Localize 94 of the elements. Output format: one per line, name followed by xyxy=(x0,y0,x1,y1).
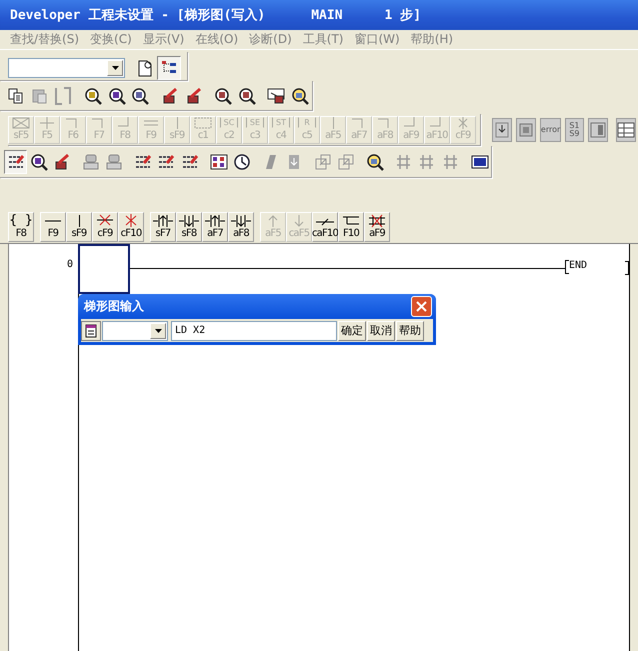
monitor-icon xyxy=(470,152,488,170)
error-button[interactable]: error xyxy=(540,118,562,142)
menu-item[interactable]: 显示(V) xyxy=(138,31,188,48)
stamp-icon xyxy=(82,152,100,170)
function-key-button[interactable]: F10 xyxy=(338,212,364,242)
dropdown-field[interactable] xyxy=(102,320,168,340)
step-count: 1 步] xyxy=(384,7,422,24)
program-name: MAIN xyxy=(311,8,343,22)
function-key-button[interactable]: caF10 xyxy=(312,212,338,242)
function-key-button[interactable]: cF10 xyxy=(118,212,144,242)
function-key-button[interactable]: aF7 xyxy=(202,212,228,242)
window-title: Developer 工程未设置 - [梯形图(写入) xyxy=(10,6,266,24)
instruction-tag: SE xyxy=(246,116,264,128)
vline-symbol-icon xyxy=(78,214,80,228)
panel-icon xyxy=(588,121,607,139)
hline-symbol-icon xyxy=(44,218,62,222)
grid-icon xyxy=(210,152,228,170)
close-button[interactable] xyxy=(411,296,432,317)
fall-symbol-icon xyxy=(178,214,200,228)
mag-icon xyxy=(238,86,256,104)
caret-icon xyxy=(112,66,118,70)
device-label: S1 xyxy=(569,122,580,130)
table-icon xyxy=(617,121,635,139)
instruction-input[interactable]: LD X2 xyxy=(171,320,337,340)
fall-symbol-icon xyxy=(230,214,252,228)
error-label: error xyxy=(540,126,560,134)
function-key-button[interactable]: F9 xyxy=(40,212,66,242)
rise-symbol-icon xyxy=(204,214,226,228)
menu-item[interactable]: 工具(T) xyxy=(298,31,348,48)
vline-symbol-icon xyxy=(176,116,178,130)
caret-icon xyxy=(154,328,162,332)
download-icon xyxy=(492,121,511,139)
close-icon xyxy=(416,301,427,312)
chip-icon xyxy=(516,121,535,139)
pen-icon xyxy=(184,86,202,104)
dropdown-button[interactable] xyxy=(150,322,166,338)
menu-item[interactable]: 在线(O) xyxy=(191,31,242,48)
device-button[interactable]: S1 S9 xyxy=(565,118,584,142)
function-key-button[interactable]: sF9 xyxy=(66,212,92,242)
notepad-icon xyxy=(83,322,99,338)
vline-symbol-icon xyxy=(332,116,334,130)
menu-item[interactable]: 帮助(H) xyxy=(406,31,458,48)
function-key-button[interactable]: aF8 xyxy=(228,212,254,242)
pen-icon xyxy=(160,86,179,104)
menu-item[interactable]: 诊断(D) xyxy=(245,31,296,48)
pen-icon xyxy=(53,152,71,170)
xh-symbol-icon xyxy=(94,214,116,228)
xbox-symbol-icon xyxy=(366,214,388,228)
toolbar-button[interactable] xyxy=(616,118,636,142)
function-key-button[interactable]: aF9 xyxy=(364,212,390,242)
device-label: S9 xyxy=(569,130,580,138)
toolbar-button[interactable] xyxy=(492,118,512,142)
function-key-button[interactable]: sF8 xyxy=(176,212,202,242)
win-icon xyxy=(267,86,286,104)
function-key-button[interactable]: sF7 xyxy=(150,212,176,242)
mag-icon xyxy=(30,152,48,170)
dropdown-field[interactable] xyxy=(8,58,125,78)
menu-item[interactable]: 变换(C) xyxy=(86,31,136,48)
menu-item[interactable]: 查找/替换(S) xyxy=(6,31,84,48)
instruction-tag: ST xyxy=(272,116,290,128)
menu-item[interactable]: 窗口(W) xyxy=(350,31,404,48)
clock-icon xyxy=(232,152,251,170)
braces-symbol: { } xyxy=(9,214,33,228)
dashbox-symbol-icon xyxy=(192,116,214,130)
instruction-tag: SC xyxy=(220,116,238,128)
ladder-icon xyxy=(157,152,176,170)
rise-symbol-icon xyxy=(152,214,174,228)
mag-icon xyxy=(84,86,102,104)
ladder-icon xyxy=(6,152,25,170)
paste-icon xyxy=(30,86,49,104)
function-key-button[interactable]: { } F8 xyxy=(8,212,34,242)
dropdown-button[interactable] xyxy=(107,60,123,76)
mag-icon xyxy=(108,86,126,104)
boxx-symbol-icon xyxy=(10,116,32,130)
end-instruction: END xyxy=(565,260,588,274)
dialog-button[interactable]: 确定 xyxy=(338,320,366,340)
tee-symbol-icon xyxy=(340,214,362,228)
instruction-tag: R xyxy=(298,116,316,128)
copy-icon xyxy=(6,86,25,104)
toolbar-button[interactable] xyxy=(4,150,28,174)
doc-icon xyxy=(136,59,154,77)
dialog-button[interactable]: 帮助 xyxy=(396,320,424,340)
step-number: 0 xyxy=(67,259,74,270)
dialog-title: 梯形图输入 xyxy=(84,298,144,315)
stamp-icon xyxy=(105,152,124,170)
toolbar-button[interactable] xyxy=(81,320,101,340)
toolbar-button[interactable] xyxy=(157,56,181,80)
ladder-icon xyxy=(180,152,199,170)
mag-icon xyxy=(131,86,150,104)
dialog-button[interactable]: 取消 xyxy=(367,320,395,340)
function-key-button[interactable]: cF9 xyxy=(92,212,118,242)
ladder-cursor xyxy=(78,244,130,294)
ladder-icon xyxy=(134,152,152,170)
mag-icon xyxy=(214,86,232,104)
